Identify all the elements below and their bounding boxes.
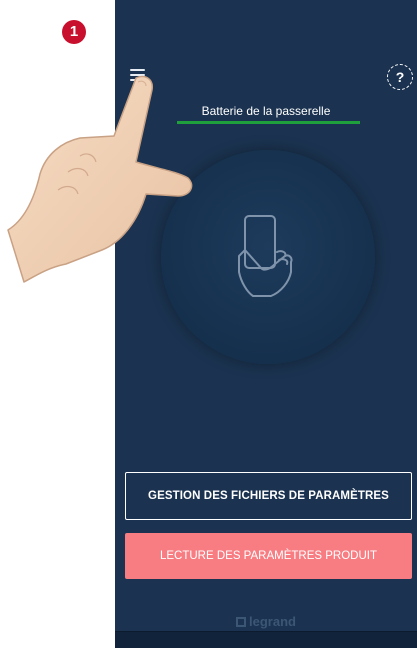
hand-holding-phone-icon bbox=[238, 215, 293, 297]
step-number-badge: 1 bbox=[62, 20, 86, 44]
battery-level-bar bbox=[177, 121, 360, 124]
brand-name: legrand bbox=[249, 614, 296, 629]
legrand-logo: legrand bbox=[115, 614, 417, 629]
help-icon[interactable]: ? bbox=[387, 64, 413, 90]
bottom-bar bbox=[115, 631, 417, 648]
read-parameters-button[interactable]: LECTURE DES PARAMÈTRES PRODUIT bbox=[125, 533, 412, 579]
settings-files-button[interactable]: GESTION DES FICHIERS DE PARAMÈTRES bbox=[125, 472, 412, 520]
battery-level-fill bbox=[177, 121, 360, 124]
legrand-mark-icon bbox=[236, 617, 247, 627]
pointing-hand-illustration bbox=[7, 75, 193, 283]
